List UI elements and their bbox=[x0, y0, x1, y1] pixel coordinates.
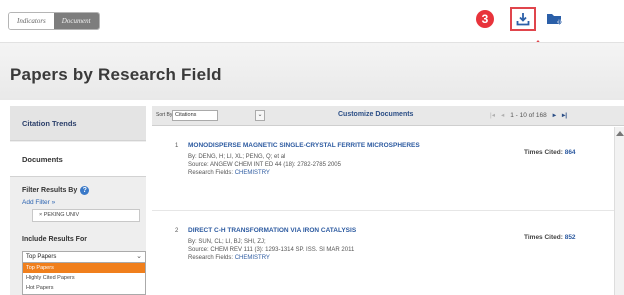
times-cited: Times Cited: 864 bbox=[524, 149, 576, 156]
view-toggle: Indicators Document bbox=[8, 12, 100, 30]
documents-main: Sort By: Citations ⌄ Customize Documents… bbox=[152, 106, 624, 295]
record-field-link[interactable]: CHEMISTRY bbox=[235, 255, 270, 261]
help-icon[interactable]: ? bbox=[80, 186, 90, 195]
pager-first-icon[interactable]: |◂ bbox=[490, 111, 495, 119]
record-authors: By: DENG, H; LI, XL; PENG, Q; et al bbox=[188, 154, 286, 160]
sidebar: Citation Trends Documents Filter Results… bbox=[10, 106, 146, 295]
filter-heading-row: Filter Results By ? bbox=[22, 186, 90, 195]
list-item: 1 MONODISPERSE MAGNETIC SINGLE-CRYSTAL F… bbox=[152, 127, 614, 211]
include-dropdown: Top Papers Highly Cited Papers Hot Paper… bbox=[22, 263, 146, 295]
times-cited-label: Times Cited: bbox=[524, 149, 563, 156]
record-fields: Research Fields: CHEMISTRY bbox=[188, 170, 270, 176]
pager-last-icon[interactable]: ▸| bbox=[562, 111, 567, 119]
record-title[interactable]: DIRECT C-H TRANSFORMATION VIA IRON CATAL… bbox=[188, 227, 356, 234]
title-band: Papers by Research Field bbox=[0, 42, 624, 100]
filter-panel: Filter Results By ? Add Filter » × PEKIN… bbox=[10, 178, 146, 295]
results-toolbar: Sort By: Citations ⌄ Customize Documents… bbox=[152, 106, 624, 126]
scroll-up-icon[interactable] bbox=[616, 131, 624, 136]
times-cited: Times Cited: 852 bbox=[524, 234, 576, 241]
sort-select[interactable]: Citations bbox=[172, 110, 218, 121]
record-source: Source: CHEM REV 111 (3): 1293-1314 SP. … bbox=[188, 247, 355, 253]
record-number: 2 bbox=[175, 228, 179, 234]
pager: |◂ ◂ 1 - 10 of 168 ▸ ▸| bbox=[490, 111, 567, 120]
filter-chip[interactable]: × PEKING UNIV bbox=[32, 209, 140, 222]
pager-next-icon[interactable]: ▸ bbox=[553, 111, 556, 119]
include-heading: Include Results For bbox=[22, 236, 87, 243]
include-select[interactable]: Top Papers ⌄ bbox=[22, 251, 146, 263]
times-cited-value[interactable]: 864 bbox=[565, 149, 576, 156]
sort-direction-button[interactable]: ⌄ bbox=[255, 110, 265, 121]
option-top-papers[interactable]: Top Papers bbox=[23, 263, 145, 273]
toggle-indicators[interactable]: Indicators bbox=[9, 13, 54, 29]
option-highly-cited-papers[interactable]: Highly Cited Papers bbox=[23, 273, 145, 283]
filter-heading: Filter Results By bbox=[22, 187, 78, 194]
folder-add-icon[interactable] bbox=[546, 12, 564, 26]
include-select-value: Top Papers bbox=[26, 254, 57, 260]
step-badge: 3 bbox=[476, 10, 494, 28]
record-title[interactable]: MONODISPERSE MAGNETIC SINGLE-CRYSTAL FER… bbox=[188, 142, 420, 149]
chevron-down-icon: ⌄ bbox=[136, 253, 142, 260]
page-info: 1 - 10 of 168 bbox=[510, 111, 547, 119]
chevron-down-icon: ⌄ bbox=[257, 112, 263, 118]
tab-documents[interactable]: Documents bbox=[10, 142, 146, 177]
tab-citation-trends[interactable]: Citation Trends bbox=[10, 106, 146, 141]
download-icon bbox=[516, 13, 530, 26]
download-button[interactable] bbox=[510, 7, 536, 31]
add-filter-link[interactable]: Add Filter » bbox=[22, 199, 55, 206]
record-number: 1 bbox=[175, 143, 179, 149]
list-item: 2 DIRECT C-H TRANSFORMATION VIA IRON CAT… bbox=[152, 212, 614, 295]
record-source: Source: ANGEW CHEM INT ED 44 (18): 2782-… bbox=[188, 162, 341, 168]
record-fields-label: Research Fields: bbox=[188, 170, 234, 176]
record-field-link[interactable]: CHEMISTRY bbox=[235, 170, 270, 176]
customize-documents-link[interactable]: Customize Documents bbox=[338, 111, 413, 118]
record-authors: By: SUN, CL; LI, BJ; SHI, ZJ; bbox=[188, 239, 266, 245]
times-cited-label: Times Cited: bbox=[524, 234, 563, 241]
records-list: 1 MONODISPERSE MAGNETIC SINGLE-CRYSTAL F… bbox=[152, 127, 614, 295]
scrollbar[interactable] bbox=[614, 127, 624, 295]
times-cited-value[interactable]: 852 bbox=[565, 234, 576, 241]
toggle-document[interactable]: Document bbox=[53, 13, 99, 29]
record-fields: Research Fields: CHEMISTRY bbox=[188, 255, 270, 261]
pager-prev-icon[interactable]: ◂ bbox=[501, 111, 504, 119]
record-fields-label: Research Fields: bbox=[188, 255, 234, 261]
page-title: Papers by Research Field bbox=[10, 65, 222, 84]
option-hot-papers[interactable]: Hot Papers bbox=[23, 283, 145, 293]
top-bar: Indicators Document 3 保存 bbox=[0, 0, 624, 64]
